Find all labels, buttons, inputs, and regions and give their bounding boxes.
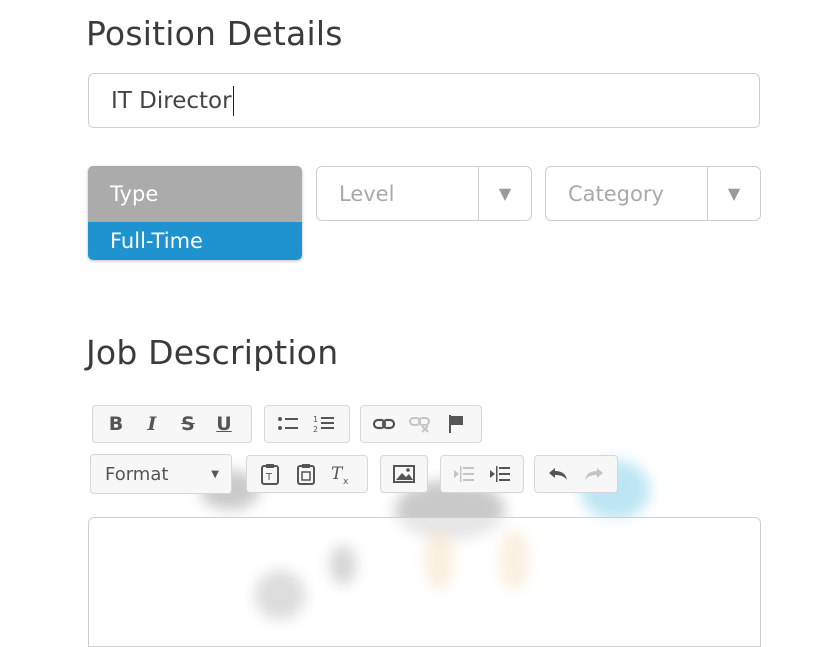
remove-format-icon[interactable]: Tx [325,459,359,489]
job-description-heading: Job Description [86,333,339,372]
image-group [380,455,428,493]
chevron-down-icon[interactable]: ▼ [707,167,760,220]
bold-button[interactable]: B [99,409,133,439]
level-select[interactable]: Level ▼ [316,166,532,221]
numbered-list-icon[interactable]: 12 [307,409,341,439]
svg-text:1: 1 [313,415,318,424]
list-group: 12 [264,405,350,443]
format-select[interactable]: Format ▼ [90,454,232,494]
image-icon[interactable] [387,459,421,489]
strikethrough-button[interactable]: S [171,409,205,439]
link-icon[interactable] [367,409,401,439]
position-title-value: IT Director [111,87,232,114]
bulleted-list-icon[interactable] [271,409,305,439]
flag-icon[interactable] [439,409,473,439]
clipboard-group: T Tx [246,455,368,493]
text-cursor [232,85,234,116]
svg-text:T: T [265,472,273,483]
level-select-label: Level [339,181,395,206]
type-option-full-time[interactable]: Full-Time [88,222,302,260]
indent-group [440,455,524,493]
indent-icon[interactable] [483,459,517,489]
paste-word-icon[interactable] [289,459,323,489]
chevron-down-icon: ▼ [211,468,219,480]
type-dropdown[interactable]: Type Full-Time [88,166,302,260]
link-group [360,405,482,443]
svg-text:2: 2 [313,425,318,434]
position-title-input[interactable]: IT Director [88,73,760,128]
format-select-label: Format [105,463,169,485]
svg-text:x: x [343,477,349,485]
category-select-label: Category [568,181,664,206]
undo-icon[interactable] [541,459,575,489]
type-dropdown-header[interactable]: Type [88,166,302,222]
job-description-editor[interactable] [88,517,761,647]
paste-text-icon[interactable]: T [253,459,287,489]
text-style-group: B I S U [92,405,252,443]
underline-button[interactable]: U [207,409,241,439]
category-select[interactable]: Category ▼ [545,166,761,221]
chevron-down-icon[interactable]: ▼ [478,167,531,220]
italic-button[interactable]: I [135,409,169,439]
position-details-heading: Position Details [86,14,343,53]
history-group [534,455,618,493]
redo-icon[interactable] [577,459,611,489]
unlink-icon[interactable] [403,409,437,439]
outdent-icon[interactable] [447,459,481,489]
